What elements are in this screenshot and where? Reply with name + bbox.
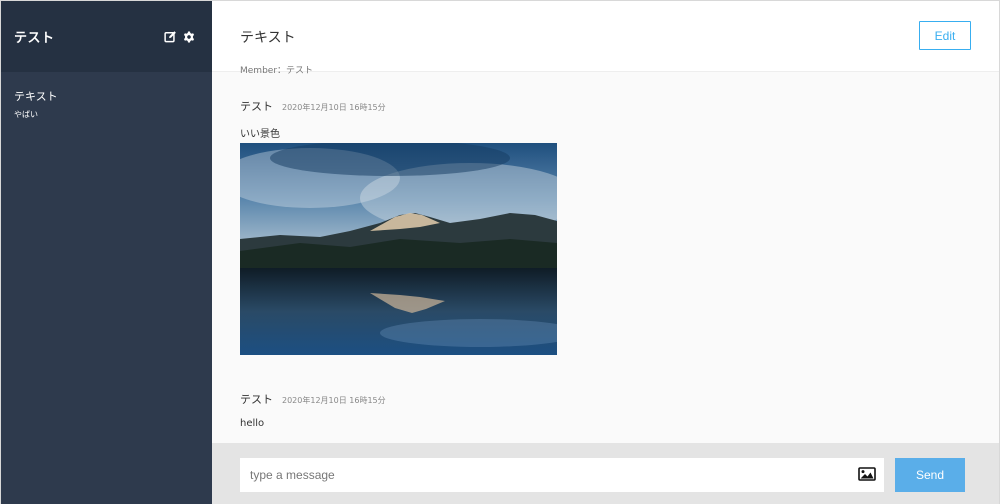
sidebar-header-icons xyxy=(164,30,195,43)
chat-main: テキスト Member：テスト Edit テスト 2020年12月10日 16時… xyxy=(212,1,999,504)
message-user: テスト xyxy=(240,100,273,113)
message-input-wrapper xyxy=(240,458,884,492)
message-text: いい景色 xyxy=(240,129,280,140)
message-header: テスト 2020年12月10日 16時15分 xyxy=(240,391,971,407)
chat-group-title: テキスト xyxy=(240,30,296,46)
message-header: テスト 2020年12月10日 16時15分 xyxy=(240,98,971,114)
gear-icon[interactable] xyxy=(183,31,195,43)
send-button[interactable]: Send xyxy=(895,458,965,492)
group-list: テキスト やばい xyxy=(1,72,212,136)
edit-group-button[interactable]: Edit xyxy=(919,21,971,50)
sidebar-header: テスト xyxy=(1,1,212,72)
message-date: 2020年12月10日 16時15分 xyxy=(282,396,386,405)
group-last-message: やばい xyxy=(14,110,38,119)
member-list: Member：テスト xyxy=(240,66,314,76)
group-name: テキスト xyxy=(14,90,58,103)
edit-icon[interactable] xyxy=(164,30,177,43)
message-list: テスト 2020年12月10日 16時15分 いい景色 テスト 2020年12月… xyxy=(212,72,999,429)
message-input[interactable] xyxy=(240,468,858,482)
message: テスト 2020年12月10日 16時15分 hello xyxy=(240,355,971,429)
message-text: hello xyxy=(240,418,265,429)
image-icon[interactable] xyxy=(858,466,876,485)
group-list-item[interactable]: テキスト やばい xyxy=(1,72,212,136)
message: テスト 2020年12月10日 16時15分 いい景色 xyxy=(240,72,971,355)
chat-header: テキスト Member：テスト Edit xyxy=(212,1,999,76)
message-form: Send xyxy=(212,443,999,504)
current-user-name: テスト xyxy=(14,31,55,46)
sidebar: テスト テキスト やばい xyxy=(1,1,212,504)
message-date: 2020年12月10日 16時15分 xyxy=(282,103,386,112)
message-image xyxy=(240,143,557,355)
message-user: テスト xyxy=(240,393,273,406)
